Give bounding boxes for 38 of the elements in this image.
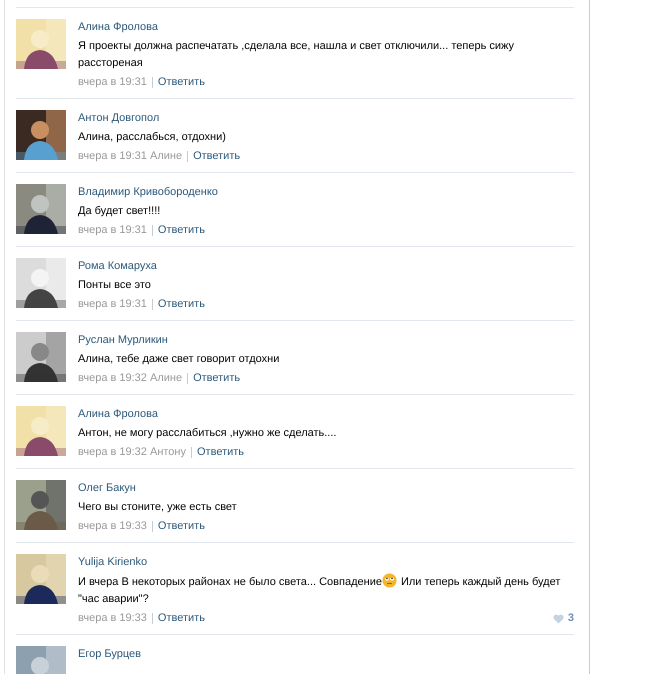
reply-link[interactable]: Ответить (158, 222, 205, 239)
comment-date: вчера в 19:31 (78, 75, 147, 90)
comment-text: "час аварии"? (78, 592, 149, 607)
like-count: 3 (568, 611, 574, 626)
comment-date: вчера в 19:31 Алине (78, 149, 182, 164)
reply-link[interactable]: Ответить (158, 296, 205, 313)
emoji-icon (382, 573, 397, 588)
comment-date: вчера в 19:31 (78, 223, 147, 238)
comment-text: Или теперь каждый день будет (400, 575, 560, 590)
reply-link[interactable]: Ответить (158, 74, 205, 91)
comment-text: Чего вы стоните, уже есть свет (78, 500, 238, 515)
comment-text: И вчера В некоторых районах не было света... Совпадение (78, 575, 382, 590)
comment-date: вчера в 19:33 (78, 519, 147, 534)
author-name[interactable]: Руслан Мурликин (78, 332, 574, 349)
comment-text: Алина, тебе даже свет говорит отдохни (78, 352, 280, 367)
author-name[interactable]: Егор Бурцев (78, 646, 574, 663)
comment-text: Да будет свет!!!! (78, 204, 162, 219)
author-name[interactable]: Антон Довгопол (78, 110, 574, 127)
comment-text: Антон, не могу расслабиться ,нужно же сделать.... (78, 426, 338, 441)
reply-link[interactable]: Ответить (158, 518, 205, 535)
reply-link[interactable]: Ответить (193, 370, 240, 387)
comment-date: вчера в 19:31 (78, 297, 147, 312)
comment-text: Понты все это (78, 278, 152, 293)
author-name[interactable]: Рома Комаруха (78, 258, 574, 275)
comment-text: Я проекты должна распечатать ,сделала все, нашла и свет отключили... теперь сижу расстореная (78, 39, 515, 71)
author-name[interactable]: Yulija Kirienko (78, 554, 574, 571)
comment-date: вчера в 19:32 Алине (78, 371, 182, 386)
comment-date: вчера в 19:32 Антону (78, 445, 186, 460)
reply-link[interactable]: Ответить (158, 610, 205, 627)
author-name[interactable]: Владимир Кривобороденко (78, 184, 574, 201)
comment-text: Алина, расслабься, отдохни) (78, 130, 227, 145)
heart-icon[interactable] (552, 614, 564, 624)
author-name[interactable]: Алина Фролова (78, 406, 574, 423)
comment-date: вчера в 19:33 (78, 611, 147, 626)
author-name[interactable]: Олег Бакун (78, 480, 574, 497)
reply-link[interactable]: Ответить (197, 444, 244, 461)
reply-link[interactable]: Ответить (193, 148, 240, 165)
author-name[interactable]: Алина Фролова (78, 19, 574, 36)
